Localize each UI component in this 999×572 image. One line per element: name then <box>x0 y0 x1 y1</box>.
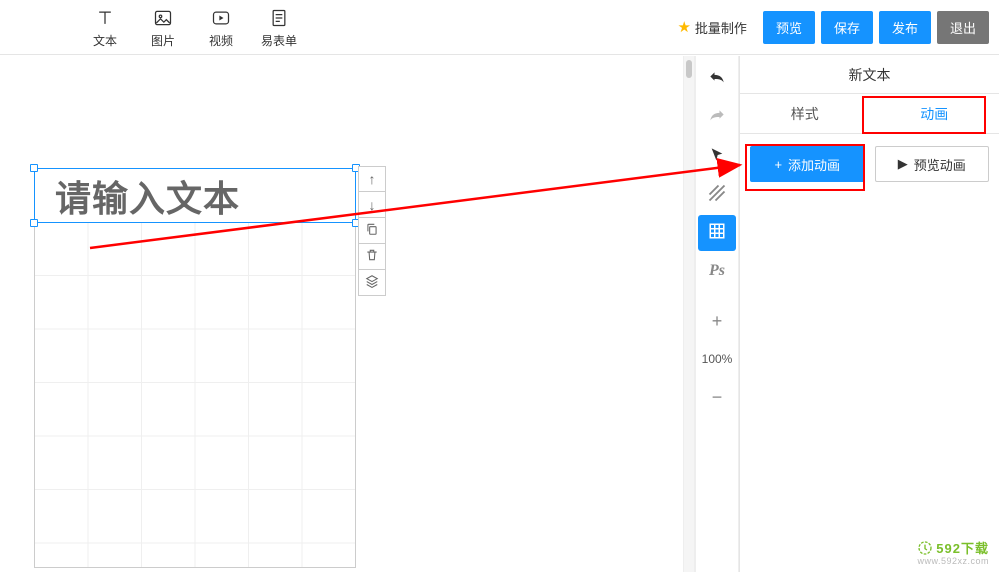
ps-icon: Ps <box>709 262 725 280</box>
undo-button[interactable] <box>698 63 736 99</box>
canvas-area: 请输入文本 ↑ ↓ <box>0 56 695 572</box>
text-element-content: 请输入文本 <box>55 170 240 222</box>
zoom-level[interactable]: 100% <box>698 341 736 377</box>
resize-handle-tl[interactable] <box>30 164 38 172</box>
plus-icon: + <box>774 157 782 172</box>
arrow-down-icon: ↓ <box>369 197 376 213</box>
zoom-in-button[interactable]: + <box>698 303 736 339</box>
tool-form[interactable]: 易表单 <box>250 6 308 49</box>
cursor-tool-button[interactable] <box>698 139 736 175</box>
add-animation-button[interactable]: + 添加动画 <box>750 146 865 182</box>
publish-button[interactable]: 发布 <box>879 11 931 44</box>
tool-video[interactable]: 视频 <box>192 6 250 49</box>
preview-button[interactable]: 预览 <box>763 11 815 44</box>
copy-icon <box>365 222 379 239</box>
arrow-up-icon: ↑ <box>369 171 376 187</box>
copy-button[interactable] <box>358 218 386 244</box>
layers-icon <box>365 274 379 291</box>
tool-image-label: 图片 <box>151 32 175 49</box>
panel-tabs: 样式 动画 <box>740 94 999 134</box>
canvas-grid[interactable]: 请输入文本 <box>34 168 356 568</box>
trash-icon <box>365 248 379 265</box>
plus-icon: + <box>712 311 723 332</box>
preview-animation-label: 预览动画 <box>914 155 966 174</box>
hatch-tool-button[interactable] <box>698 177 736 213</box>
tool-video-label: 视频 <box>209 32 233 49</box>
element-tool-strip: ↑ ↓ <box>358 166 386 296</box>
top-toolbar: 文本 图片 视频 易表单 ★ 批量制作 预览 保存 发布 退出 <box>0 0 999 55</box>
top-tools-group: 文本 图片 视频 易表单 <box>6 6 308 49</box>
exit-button[interactable]: 退出 <box>937 11 989 44</box>
zoom-out-button[interactable]: − <box>698 379 736 415</box>
tab-animation[interactable]: 动画 <box>870 94 999 133</box>
image-icon <box>153 6 173 30</box>
video-icon <box>211 6 231 30</box>
tool-text[interactable]: 文本 <box>76 6 134 49</box>
grid-tool-button[interactable] <box>698 215 736 251</box>
tool-form-label: 易表单 <box>261 32 297 49</box>
tab-style[interactable]: 样式 <box>740 94 870 133</box>
grid-icon <box>708 222 726 245</box>
resize-handle-bl[interactable] <box>30 219 38 227</box>
properties-panel: 新文本 样式 动画 + 添加动画 ▶ 预览动画 <box>739 56 999 572</box>
add-animation-label: 添加动画 <box>788 155 840 174</box>
save-button[interactable]: 保存 <box>821 11 873 44</box>
top-right-group: ★ 批量制作 预览 保存 发布 退出 <box>677 11 993 44</box>
move-down-button[interactable]: ↓ <box>358 192 386 218</box>
text-icon <box>95 6 115 30</box>
vertical-toolbar: Ps + 100% − <box>695 56 739 572</box>
tool-image[interactable]: 图片 <box>134 6 192 49</box>
selected-text-element[interactable]: 请输入文本 <box>34 168 356 223</box>
move-up-button[interactable]: ↑ <box>358 166 386 192</box>
undo-icon <box>707 69 727 94</box>
scrollbar-thumb[interactable] <box>686 60 692 78</box>
play-icon: ▶ <box>898 156 908 172</box>
hatch-icon <box>708 184 726 207</box>
tool-text-label: 文本 <box>93 32 117 49</box>
animation-actions: + 添加动画 ▶ 预览动画 <box>740 134 999 194</box>
layers-button[interactable] <box>358 270 386 296</box>
panel-title: 新文本 <box>740 56 999 94</box>
form-icon <box>269 6 289 30</box>
star-icon: ★ <box>677 18 690 36</box>
redo-icon <box>707 107 727 132</box>
batch-create-link[interactable]: ★ 批量制作 <box>677 18 746 37</box>
redo-button[interactable] <box>698 101 736 137</box>
ps-tool-button[interactable]: Ps <box>698 253 736 289</box>
cursor-icon <box>709 147 725 168</box>
minus-icon: − <box>712 387 723 408</box>
delete-button[interactable] <box>358 244 386 270</box>
batch-create-label: 批量制作 <box>695 18 747 37</box>
canvas-scrollbar[interactable] <box>683 56 695 572</box>
preview-animation-button[interactable]: ▶ 预览动画 <box>875 146 990 182</box>
